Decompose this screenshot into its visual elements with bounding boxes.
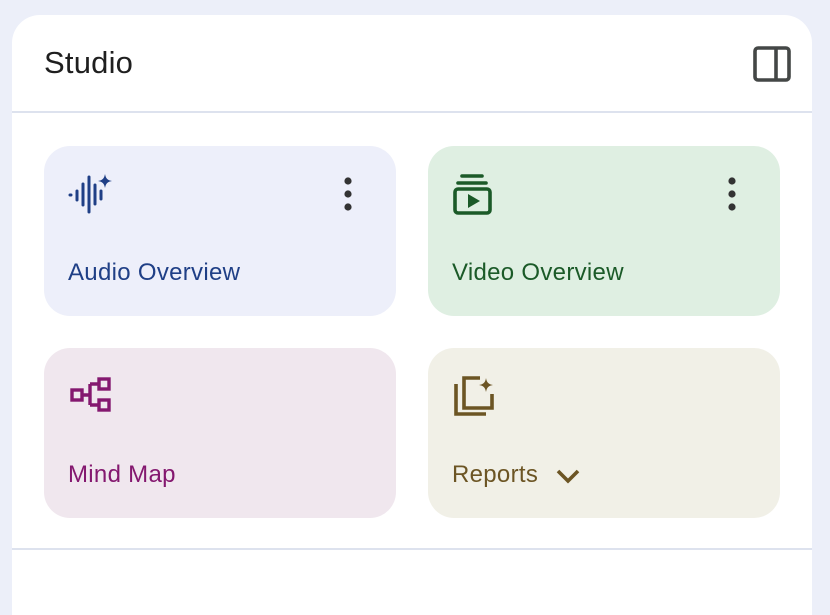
more-vert-icon	[344, 177, 352, 211]
video-stack-play-icon	[453, 174, 492, 215]
reports-card[interactable]: Reports	[428, 348, 780, 518]
audio-waveform-sparkle-icon	[68, 174, 112, 214]
reports-dropdown-button[interactable]	[554, 463, 582, 491]
studio-panel: Studio Audio Overview Video Overview Min…	[12, 15, 812, 615]
mind-map-label: Mind Map	[68, 461, 176, 488]
mind-map-tree-icon	[70, 377, 111, 412]
reports-sparkle-icon	[454, 376, 494, 416]
more-vert-icon	[728, 177, 736, 211]
audio-overview-card[interactable]: Audio Overview	[44, 146, 396, 316]
mind-map-card[interactable]: Mind Map	[44, 348, 396, 518]
chevron-down-icon	[556, 469, 580, 484]
section-divider	[12, 548, 812, 550]
panel-toggle-icon	[753, 46, 791, 82]
studio-header: Studio	[12, 15, 812, 113]
reports-label: Reports	[452, 461, 539, 488]
studio-title: Studio	[44, 45, 134, 80]
video-overview-card[interactable]: Video Overview	[428, 146, 780, 316]
panel-toggle-button[interactable]	[752, 45, 792, 85]
audio-overview-label: Audio Overview	[68, 259, 241, 286]
audio-more-options-button[interactable]	[332, 172, 364, 216]
video-overview-label: Video Overview	[452, 259, 624, 286]
video-more-options-button[interactable]	[716, 172, 748, 216]
